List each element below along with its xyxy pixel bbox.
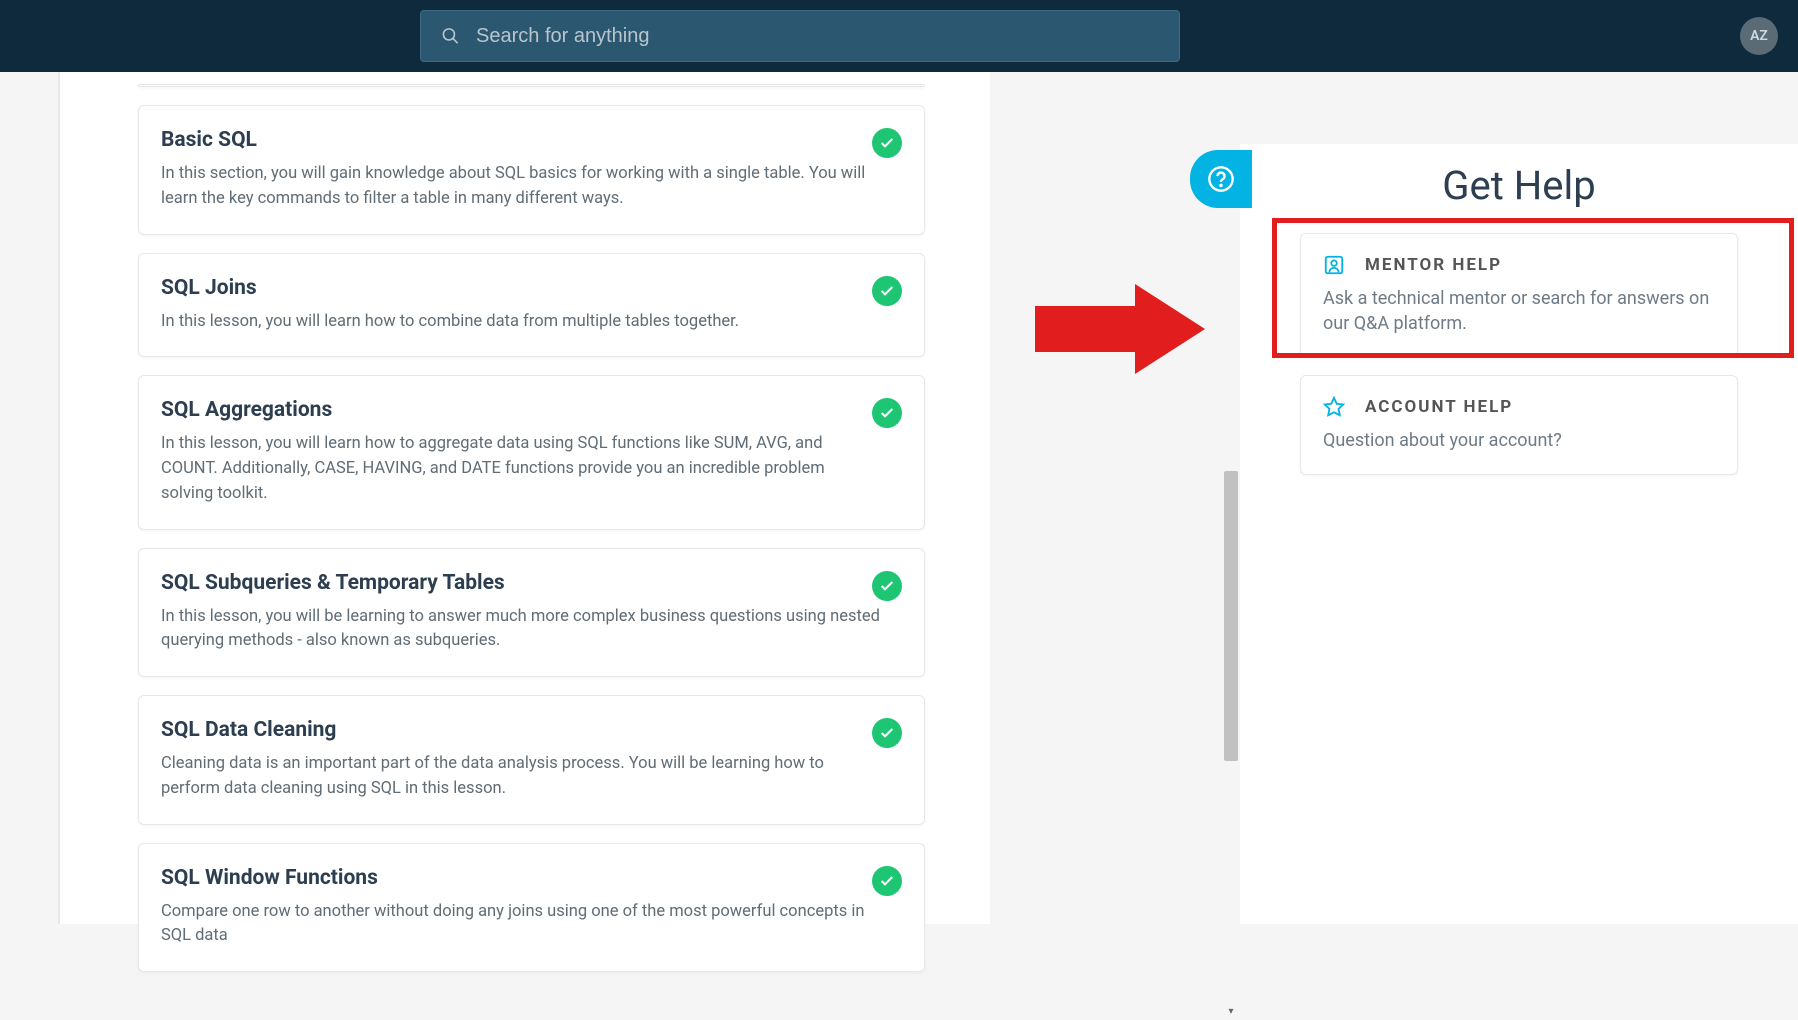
check-icon — [872, 718, 902, 748]
lesson-card[interactable]: Basic SQL In this section, you will gain… — [138, 105, 925, 235]
app-header: AZ — [0, 0, 1798, 72]
lesson-desc: In this lesson, you will learn how to co… — [161, 310, 881, 335]
lesson-title: SQL Aggregations — [161, 398, 902, 422]
account-help-card[interactable]: ACCOUNT HELP Question about your account… — [1300, 375, 1738, 474]
star-icon — [1323, 396, 1345, 418]
search-container[interactable] — [420, 10, 1180, 62]
lesson-desc: In this section, you will gain knowledge… — [161, 162, 881, 212]
lesson-card[interactable]: SQL Window Functions Compare one row to … — [138, 843, 925, 973]
help-panel-title: Get Help — [1240, 162, 1798, 209]
lessons-panel: Basic SQL In this section, you will gain… — [58, 72, 990, 924]
lesson-desc: Compare one row to another without doing… — [161, 900, 881, 950]
lesson-desc: Cleaning data is an important part of th… — [161, 752, 881, 802]
chevron-down-icon[interactable]: ▾ — [1222, 1002, 1240, 1020]
avatar[interactable]: AZ — [1740, 17, 1778, 55]
lesson-title: SQL Subqueries & Temporary Tables — [161, 571, 902, 595]
check-icon — [872, 866, 902, 896]
mentor-icon — [1323, 254, 1345, 276]
search-input[interactable] — [476, 25, 1159, 48]
lesson-title: SQL Data Cleaning — [161, 718, 902, 742]
help-card-desc: Question about your account? — [1323, 428, 1715, 453]
lesson-title: SQL Joins — [161, 276, 902, 300]
search-icon — [441, 26, 460, 46]
content-area: Basic SQL In this section, you will gain… — [0, 72, 1798, 924]
question-icon — [1207, 165, 1235, 193]
help-toggle-button[interactable] — [1190, 150, 1252, 208]
help-card-title: ACCOUNT HELP — [1365, 397, 1513, 417]
help-card-header: MENTOR HELP — [1323, 254, 1715, 276]
help-panel: Get Help MENTOR HELP Ask a technical men… — [1240, 144, 1798, 924]
check-icon — [872, 571, 902, 601]
help-card-title: MENTOR HELP — [1365, 255, 1502, 275]
scrollbar-thumb[interactable] — [1224, 471, 1238, 761]
check-icon — [872, 128, 902, 158]
check-icon — [872, 276, 902, 306]
lesson-card[interactable]: SQL Data Cleaning Cleaning data is an im… — [138, 695, 925, 825]
lesson-title: Basic SQL — [161, 128, 902, 152]
lesson-card[interactable]: SQL Subqueries & Temporary Tables In thi… — [138, 548, 925, 678]
lesson-card-partial[interactable] — [138, 84, 925, 87]
annotation-arrow — [1035, 284, 1205, 378]
lesson-desc: In this lesson, you will be learning to … — [161, 605, 881, 655]
lesson-card[interactable]: SQL Aggregations In this lesson, you wil… — [138, 375, 925, 529]
lesson-card[interactable]: SQL Joins In this lesson, you will learn… — [138, 253, 925, 358]
divider — [58, 72, 60, 924]
check-icon — [872, 398, 902, 428]
help-card-header: ACCOUNT HELP — [1323, 396, 1715, 418]
scrollbar[interactable]: ▾ — [1222, 146, 1240, 1020]
lesson-title: SQL Window Functions — [161, 866, 902, 890]
lesson-desc: In this lesson, you will learn how to ag… — [161, 432, 881, 506]
help-card-desc: Ask a technical mentor or search for ans… — [1323, 286, 1715, 336]
lessons-container: Basic SQL In this section, you will gain… — [58, 72, 990, 972]
mentor-help-card[interactable]: MENTOR HELP Ask a technical mentor or se… — [1300, 233, 1738, 357]
